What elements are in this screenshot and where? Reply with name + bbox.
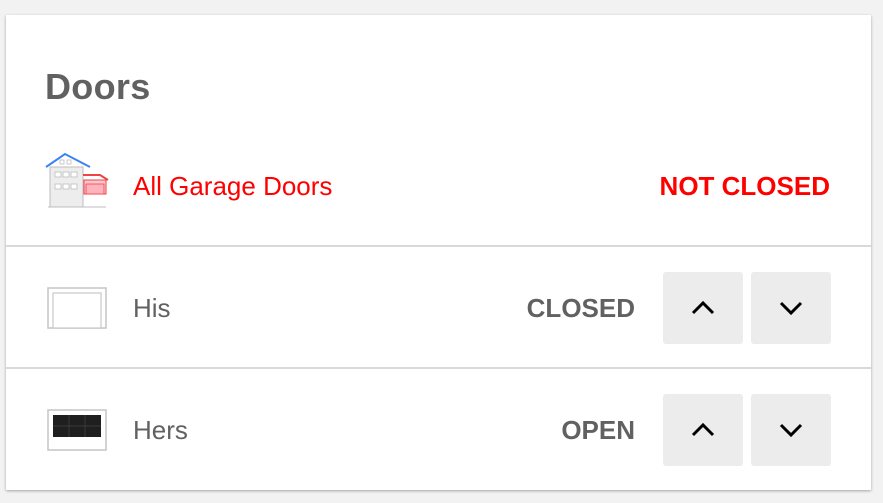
door-state: OPEN — [561, 415, 635, 445]
chevron-up-icon — [691, 422, 715, 437]
group-row-all-garage-doors[interactable]: All Garage Doors NOT CLOSED — [6, 126, 871, 246]
door-row-hers: Hers OPEN — [6, 369, 871, 490]
chevron-up-icon — [691, 300, 715, 315]
open-door-button[interactable] — [663, 394, 743, 466]
door-name: His — [133, 293, 171, 323]
door-state: CLOSED — [526, 293, 635, 323]
close-door-button[interactable] — [751, 272, 831, 344]
close-door-button[interactable] — [751, 394, 831, 466]
card-title: Doors — [45, 66, 151, 107]
group-name: All Garage Doors — [133, 171, 333, 201]
door-name: Hers — [133, 415, 188, 445]
garage-door-open-icon — [44, 397, 110, 463]
open-door-button[interactable] — [663, 272, 743, 344]
house-garage-icon — [44, 151, 110, 217]
door-row-his: His CLOSED — [6, 247, 871, 368]
group-state-badge: NOT CLOSED — [659, 171, 830, 201]
chevron-down-icon — [779, 423, 803, 438]
doors-card: Doors All Garage Doors NOT CLOSED His CL… — [6, 15, 871, 490]
chevron-down-icon — [779, 301, 803, 316]
garage-door-closed-icon — [44, 275, 110, 341]
